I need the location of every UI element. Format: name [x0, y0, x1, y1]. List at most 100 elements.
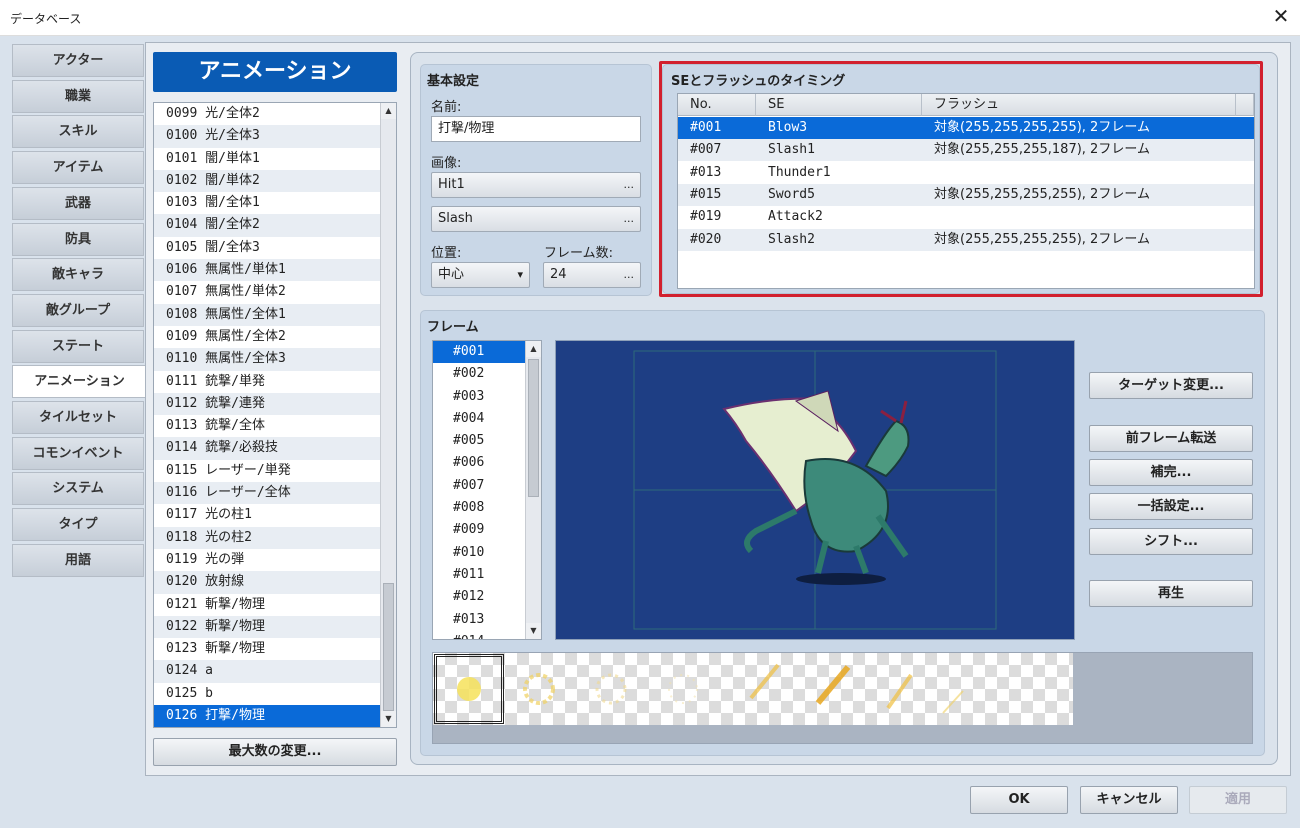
- tab-14[interactable]: 用語: [12, 543, 144, 577]
- tab-11[interactable]: コモンイベント: [12, 436, 144, 470]
- frame-item[interactable]: #008: [433, 497, 525, 519]
- list-item[interactable]: 0119 光の弾: [154, 549, 380, 571]
- list-item[interactable]: 0124 a: [154, 660, 380, 683]
- dragon-sprite: [633, 350, 997, 630]
- scroll-down-icon[interactable]: ▼: [381, 711, 396, 727]
- tab-5[interactable]: 防具: [12, 222, 144, 256]
- frame-count-input[interactable]: 24...: [543, 262, 641, 288]
- ellipsis-icon: ...: [623, 178, 635, 191]
- close-icon[interactable]: ✕: [1270, 4, 1292, 28]
- image-select-2[interactable]: Slash...: [431, 206, 641, 232]
- tab-13[interactable]: タイプ: [12, 508, 144, 542]
- frame-item[interactable]: #013: [433, 609, 525, 631]
- frame-item[interactable]: #002: [433, 363, 525, 385]
- frame-list[interactable]: #001 #002 #003 #004 #005 #006 #007 #008 #009 #010…: [432, 340, 542, 640]
- selected-cell[interactable]: [434, 654, 504, 724]
- image-select-1[interactable]: Hit1...: [431, 172, 641, 198]
- image-value-1: Hit1: [438, 177, 465, 192]
- list-item[interactable]: 0120 放射線: [154, 571, 380, 594]
- frame-scrollbar[interactable]: ▲ ▼: [525, 341, 541, 639]
- list-item[interactable]: 0110 無属性/全体3: [154, 348, 380, 371]
- frame-item[interactable]: #014: [433, 631, 525, 639]
- animation-list[interactable]: 0099 光/全体2 0100 光/全体3 0101 闇/単体1 0102 闇/単体2…: [153, 102, 397, 728]
- frame-count-label: フレーム数:: [544, 246, 613, 261]
- tab-4[interactable]: 武器: [12, 186, 144, 220]
- cancel-button[interactable]: キャンセル: [1080, 786, 1178, 814]
- list-item[interactable]: 0112 銃撃/連発: [154, 392, 380, 416]
- list-item[interactable]: 0106 無属性/単体1: [154, 259, 380, 282]
- scroll-up-icon[interactable]: ▲: [526, 341, 541, 357]
- tab-8[interactable]: ステート: [12, 329, 144, 363]
- change-target-button[interactable]: ターゲット変更...: [1089, 372, 1253, 399]
- position-value: 中心: [438, 267, 465, 282]
- frame-item[interactable]: #003: [433, 386, 525, 408]
- list-item[interactable]: 0105 闇/全体3: [154, 237, 380, 259]
- frame-item[interactable]: #009: [433, 519, 525, 541]
- tab-7[interactable]: 敵グループ: [12, 293, 144, 327]
- list-item[interactable]: 0099 光/全体2: [154, 103, 380, 125]
- batch-settings-button[interactable]: 一括設定...: [1089, 493, 1253, 520]
- frame-item[interactable]: #006: [433, 452, 525, 474]
- tab-2[interactable]: スキル: [12, 115, 144, 149]
- frame-item[interactable]: #012: [433, 586, 525, 608]
- cell-sheet[interactable]: [433, 653, 1073, 725]
- list-item[interactable]: 0117 光の柱1: [154, 504, 380, 526]
- scroll-up-icon[interactable]: ▲: [381, 103, 396, 119]
- play-button[interactable]: 再生: [1089, 580, 1253, 607]
- frame-item[interactable]: #010: [433, 542, 525, 564]
- list-scrollbar[interactable]: ▲ ▼: [380, 103, 396, 727]
- apply-button[interactable]: 適用: [1189, 786, 1287, 814]
- list-item[interactable]: 0114 銃撃/必殺技: [154, 437, 380, 460]
- list-item[interactable]: 0123 斬撃/物理: [154, 638, 380, 660]
- frame-item[interactable]: #004: [433, 408, 525, 430]
- frame-item[interactable]: #001: [433, 341, 525, 364]
- list-item[interactable]: 0111 銃撃/単発: [154, 371, 380, 393]
- list-item[interactable]: 0125 b: [154, 683, 380, 705]
- frame-item[interactable]: #011: [433, 564, 525, 586]
- change-max-button[interactable]: 最大数の変更...: [153, 738, 397, 766]
- ok-button[interactable]: OK: [970, 786, 1068, 814]
- list-item[interactable]: 0121 斬撃/物理: [154, 594, 380, 616]
- name-input[interactable]: 打撃/物理: [431, 116, 641, 142]
- basic-settings-title: 基本設定: [427, 74, 480, 89]
- list-item[interactable]: 0109 無属性/全体2: [154, 326, 380, 348]
- list-item[interactable]: 0104 闇/全体2: [154, 214, 380, 237]
- list-header: アニメーション: [153, 52, 397, 92]
- copy-previous-frame-button[interactable]: 前フレーム転送: [1089, 425, 1253, 452]
- tab-12[interactable]: システム: [12, 472, 144, 506]
- list-item[interactable]: 0122 斬撃/物理: [154, 615, 380, 639]
- title-bar: データベース ✕: [0, 0, 1300, 36]
- tab-0[interactable]: アクター: [12, 44, 144, 77]
- tab-1[interactable]: 職業: [12, 79, 144, 113]
- tab-9[interactable]: アニメーション: [12, 365, 146, 399]
- list-item[interactable]: 0107 無属性/単体2: [154, 281, 380, 303]
- tab-10[interactable]: タイルセット: [12, 401, 144, 434]
- list-item[interactable]: 0102 闇/単体2: [154, 169, 380, 193]
- shift-button[interactable]: シフト...: [1089, 528, 1253, 555]
- list-item[interactable]: 0100 光/全体3: [154, 125, 380, 148]
- scroll-thumb[interactable]: [383, 583, 394, 711]
- cell-palette[interactable]: [432, 652, 1253, 744]
- list-item[interactable]: 0116 レーザー/全体: [154, 482, 380, 505]
- frame-item[interactable]: #007: [433, 475, 525, 497]
- name-label: 名前:: [431, 100, 462, 115]
- frame-count-value: 24: [550, 267, 567, 282]
- list-item[interactable]: 0118 光の柱2: [154, 526, 380, 549]
- list-item[interactable]: 0113 銃撃/全体: [154, 415, 380, 437]
- list-item[interactable]: 0103 闇/全体1: [154, 192, 380, 214]
- list-item[interactable]: 0126 打撃/物理: [154, 705, 380, 728]
- position-dropdown[interactable]: 中心 ▾: [431, 262, 530, 288]
- list-item[interactable]: 0108 無属性/全体1: [154, 303, 380, 326]
- highlight-box: [659, 61, 1263, 297]
- list-item[interactable]: 0101 闇/単体1: [154, 148, 380, 170]
- scroll-down-icon[interactable]: ▼: [526, 623, 541, 639]
- frame-item[interactable]: #005: [433, 430, 525, 452]
- scroll-thumb[interactable]: [528, 359, 539, 497]
- animation-canvas[interactable]: [555, 340, 1075, 640]
- image-label: 画像:: [431, 156, 462, 171]
- list-item[interactable]: 0115 レーザー/単発: [154, 460, 380, 482]
- tab-3[interactable]: アイテム: [12, 151, 144, 185]
- tween-button[interactable]: 補完...: [1089, 459, 1253, 486]
- tab-6[interactable]: 敵キャラ: [12, 258, 144, 292]
- chevron-down-icon: ▾: [517, 268, 523, 281]
